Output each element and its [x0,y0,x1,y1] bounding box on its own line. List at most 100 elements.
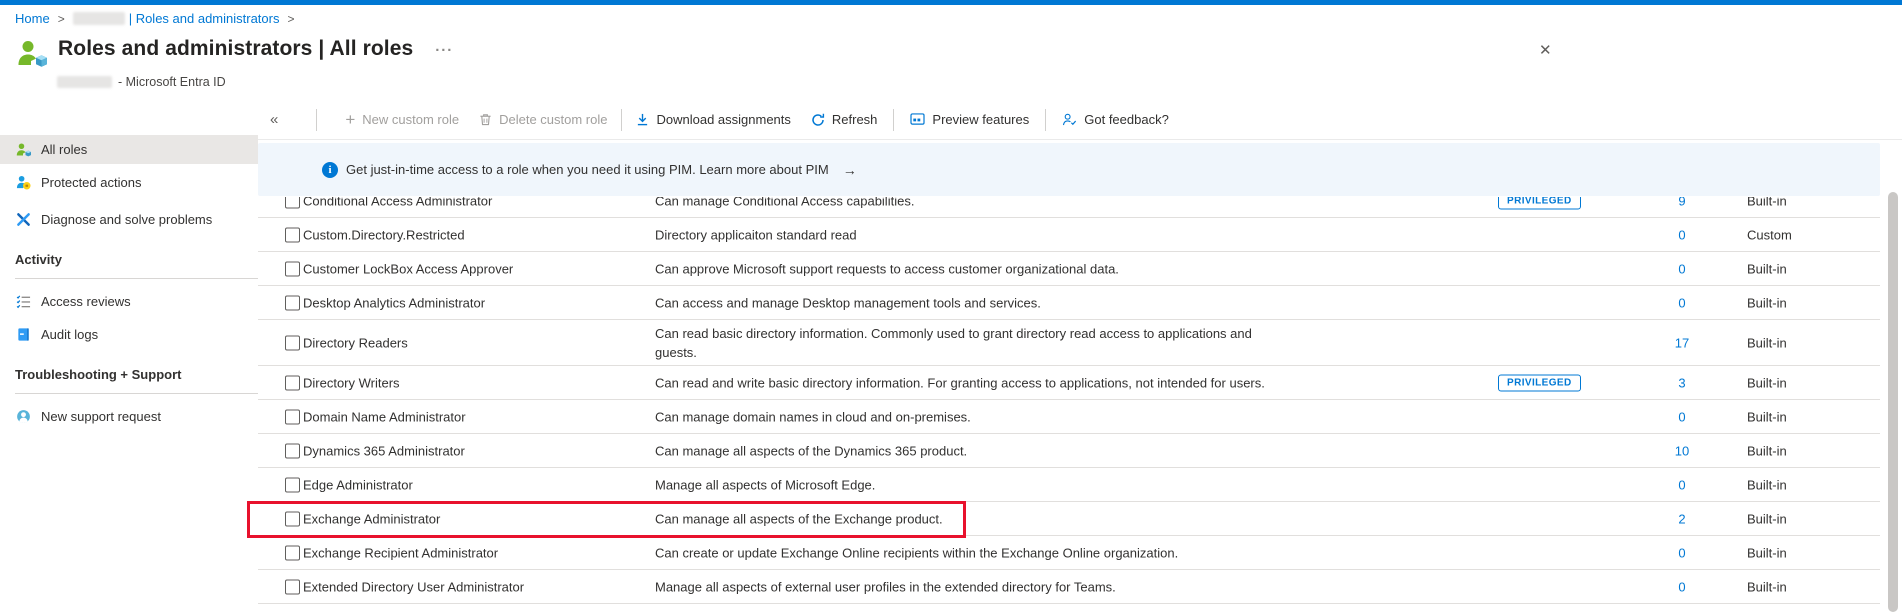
got-feedback-button[interactable]: Got feedback? [1062,112,1169,127]
table-row[interactable]: Directory WritersCan read and write basi… [258,366,1880,400]
page-header: Roles and administrators | All roles ··· [15,36,453,70]
toolbar-separator [893,109,894,131]
role-description-cell: Can approve Microsoft support requests t… [655,261,1119,276]
table-row[interactable]: Extended Directory User AdministratorMan… [258,570,1880,604]
table-row[interactable]: Domain Name AdministratorCan manage doma… [258,400,1880,434]
row-checkbox[interactable] [285,545,300,560]
sidebar-divider [15,278,258,279]
access-reviews-icon [15,294,31,310]
row-checkbox[interactable] [285,409,300,424]
table-row[interactable]: Edge Administrator Manage all aspects of … [258,468,1880,502]
table-row-inner: Directory WritersCan read and write basi… [258,366,1880,399]
page-subtitle-row: - Microsoft Entra ID [57,75,226,89]
table-row-inner: Exchange Recipient AdministratorCan crea… [258,536,1880,569]
role-description-cell: Can manage domain names in cloud and on-… [655,409,971,424]
role-name-cell: Edge Administrator [303,477,413,492]
role-name-cell: Directory Readers [303,335,408,350]
table-row[interactable]: Exchange AdministratorCan manage all asp… [258,502,1880,536]
sidebar-item-diagnose[interactable]: Diagnose and solve problems [0,205,258,234]
row-checkbox[interactable] [285,443,300,458]
table-row-inner: Dynamics 365 Administrator Can manage all… [258,434,1880,467]
role-description-cell: Can manage all aspects of the Exchange p… [655,511,943,526]
table-row[interactable]: Custom.Directory.RestrictedDirectory app… [258,218,1880,252]
row-checkbox[interactable] [285,335,300,350]
breadcrumb-home-link[interactable]: Home [15,11,50,26]
vertical-scrollbar[interactable] [1888,192,1898,612]
assignments-count-link[interactable]: 0 [1662,545,1702,560]
toolbar-separator [316,109,317,131]
assignments-count-link[interactable]: 0 [1662,295,1702,310]
assignments-count-link[interactable]: 3 [1662,375,1702,390]
toolbar-item-label: Refresh [832,112,878,127]
privileged-badge: PRIVILEGED [1498,197,1581,210]
table-row-inner: Customer LockBox Access ApproverCan appr… [258,252,1880,285]
role-name-cell: Extended Directory User Administrator [303,579,524,594]
sidebar-item-access-reviews[interactable]: Access reviews [0,287,258,316]
role-description-cell: Directory applicaiton standard read [655,227,857,242]
role-description-cell: Can access and manage Desktop management… [655,295,1041,310]
download-assignments-button[interactable]: Download assignments [636,112,790,127]
role-type-cell: Built-in [1747,477,1787,492]
table-row-inner: Directory ReadersCan read basic director… [258,320,1880,365]
row-checkbox[interactable] [285,197,300,209]
assignments-count-link[interactable]: 2 [1662,511,1702,526]
row-checkbox[interactable] [285,295,300,310]
diagnose-icon [15,212,31,228]
preview-features-button[interactable]: Preview features [910,112,1029,127]
assignments-count-link[interactable]: 0 [1662,409,1702,424]
breadcrumb-roles-link[interactable]: | Roles and administrators [73,11,280,26]
role-description-cell: Can manage all aspects of the Dynamics 3… [655,443,967,458]
protected-actions-icon [15,175,31,191]
assignments-count-link[interactable]: 10 [1662,443,1702,458]
sidebar-item-new-support-request[interactable]: New support request [0,402,258,431]
sidebar-collapse-button[interactable]: « [266,109,282,130]
delete-custom-role-button[interactable]: Delete custom role [479,112,607,127]
sidebar-item-label: Protected actions [41,175,141,190]
table-row[interactable]: Customer LockBox Access ApproverCan appr… [258,252,1880,286]
table-row-inner: Exchange AdministratorCan manage all asp… [258,502,1880,535]
sidebar-item-label: Diagnose and solve problems [41,212,212,227]
table-row[interactable]: Conditional Access AdministratorCan mana… [258,197,1880,218]
table-row[interactable]: Directory ReadersCan read basic director… [258,320,1880,366]
close-icon[interactable]: ✕ [1537,39,1554,61]
roles-table: Conditional Access AdministratorCan mana… [258,197,1880,604]
assignments-count-link[interactable]: 0 [1662,227,1702,242]
assignments-count-link[interactable]: 17 [1662,335,1702,350]
role-name-cell: Desktop Analytics Administrator [303,295,485,310]
table-row-inner: Desktop Analytics Administrator Can acces… [258,286,1880,319]
table-row-inner: Conditional Access AdministratorCan mana… [258,197,1880,218]
row-checkbox[interactable] [285,477,300,492]
role-name-cell: Exchange Recipient Administrator [303,545,498,560]
section-header-troubleshooting: Troubleshooting + Support [0,365,258,385]
info-banner[interactable]: i Get just-in-time access to a role when… [258,143,1880,196]
sidebar-item-audit-logs[interactable]: Audit logs [0,320,258,349]
row-checkbox[interactable] [285,227,300,242]
assignments-count-link[interactable]: 9 [1662,197,1702,209]
assignments-count-link[interactable]: 0 [1662,261,1702,276]
table-row-inner: Extended Directory User AdministratorMan… [258,570,1880,603]
toolbar: « + New custom role Delete custom role D… [258,100,1902,140]
chevron-right-icon: > [287,12,294,26]
sidebar-item-protected-actions[interactable]: Protected actions [0,168,258,197]
row-checkbox[interactable] [285,375,300,390]
table-row[interactable]: Exchange Recipient AdministratorCan crea… [258,536,1880,570]
role-description-cell: Manage all aspects of Microsoft Edge. [655,477,875,492]
toolbar-item-label: Download assignments [656,112,790,127]
row-checkbox[interactable] [285,511,300,526]
role-name-cell: Dynamics 365 Administrator [303,443,465,458]
new-custom-role-button[interactable]: + New custom role [345,112,459,127]
assignments-count-link[interactable]: 0 [1662,477,1702,492]
table-row[interactable]: Dynamics 365 Administrator Can manage all… [258,434,1880,468]
role-description-cell: Can read and write basic directory infor… [655,375,1265,390]
arrow-right-icon: → [843,162,857,178]
preview-features-icon [910,113,925,126]
role-type-cell: Built-in [1747,545,1787,560]
refresh-button[interactable]: Refresh [811,112,878,127]
more-options-icon[interactable]: ··· [435,42,453,59]
sidebar-divider [15,393,258,394]
row-checkbox[interactable] [285,261,300,276]
row-checkbox[interactable] [285,579,300,594]
assignments-count-link[interactable]: 0 [1662,579,1702,594]
sidebar-item-all-roles[interactable]: All roles [0,135,258,164]
table-row[interactable]: Desktop Analytics Administrator Can acces… [258,286,1880,320]
